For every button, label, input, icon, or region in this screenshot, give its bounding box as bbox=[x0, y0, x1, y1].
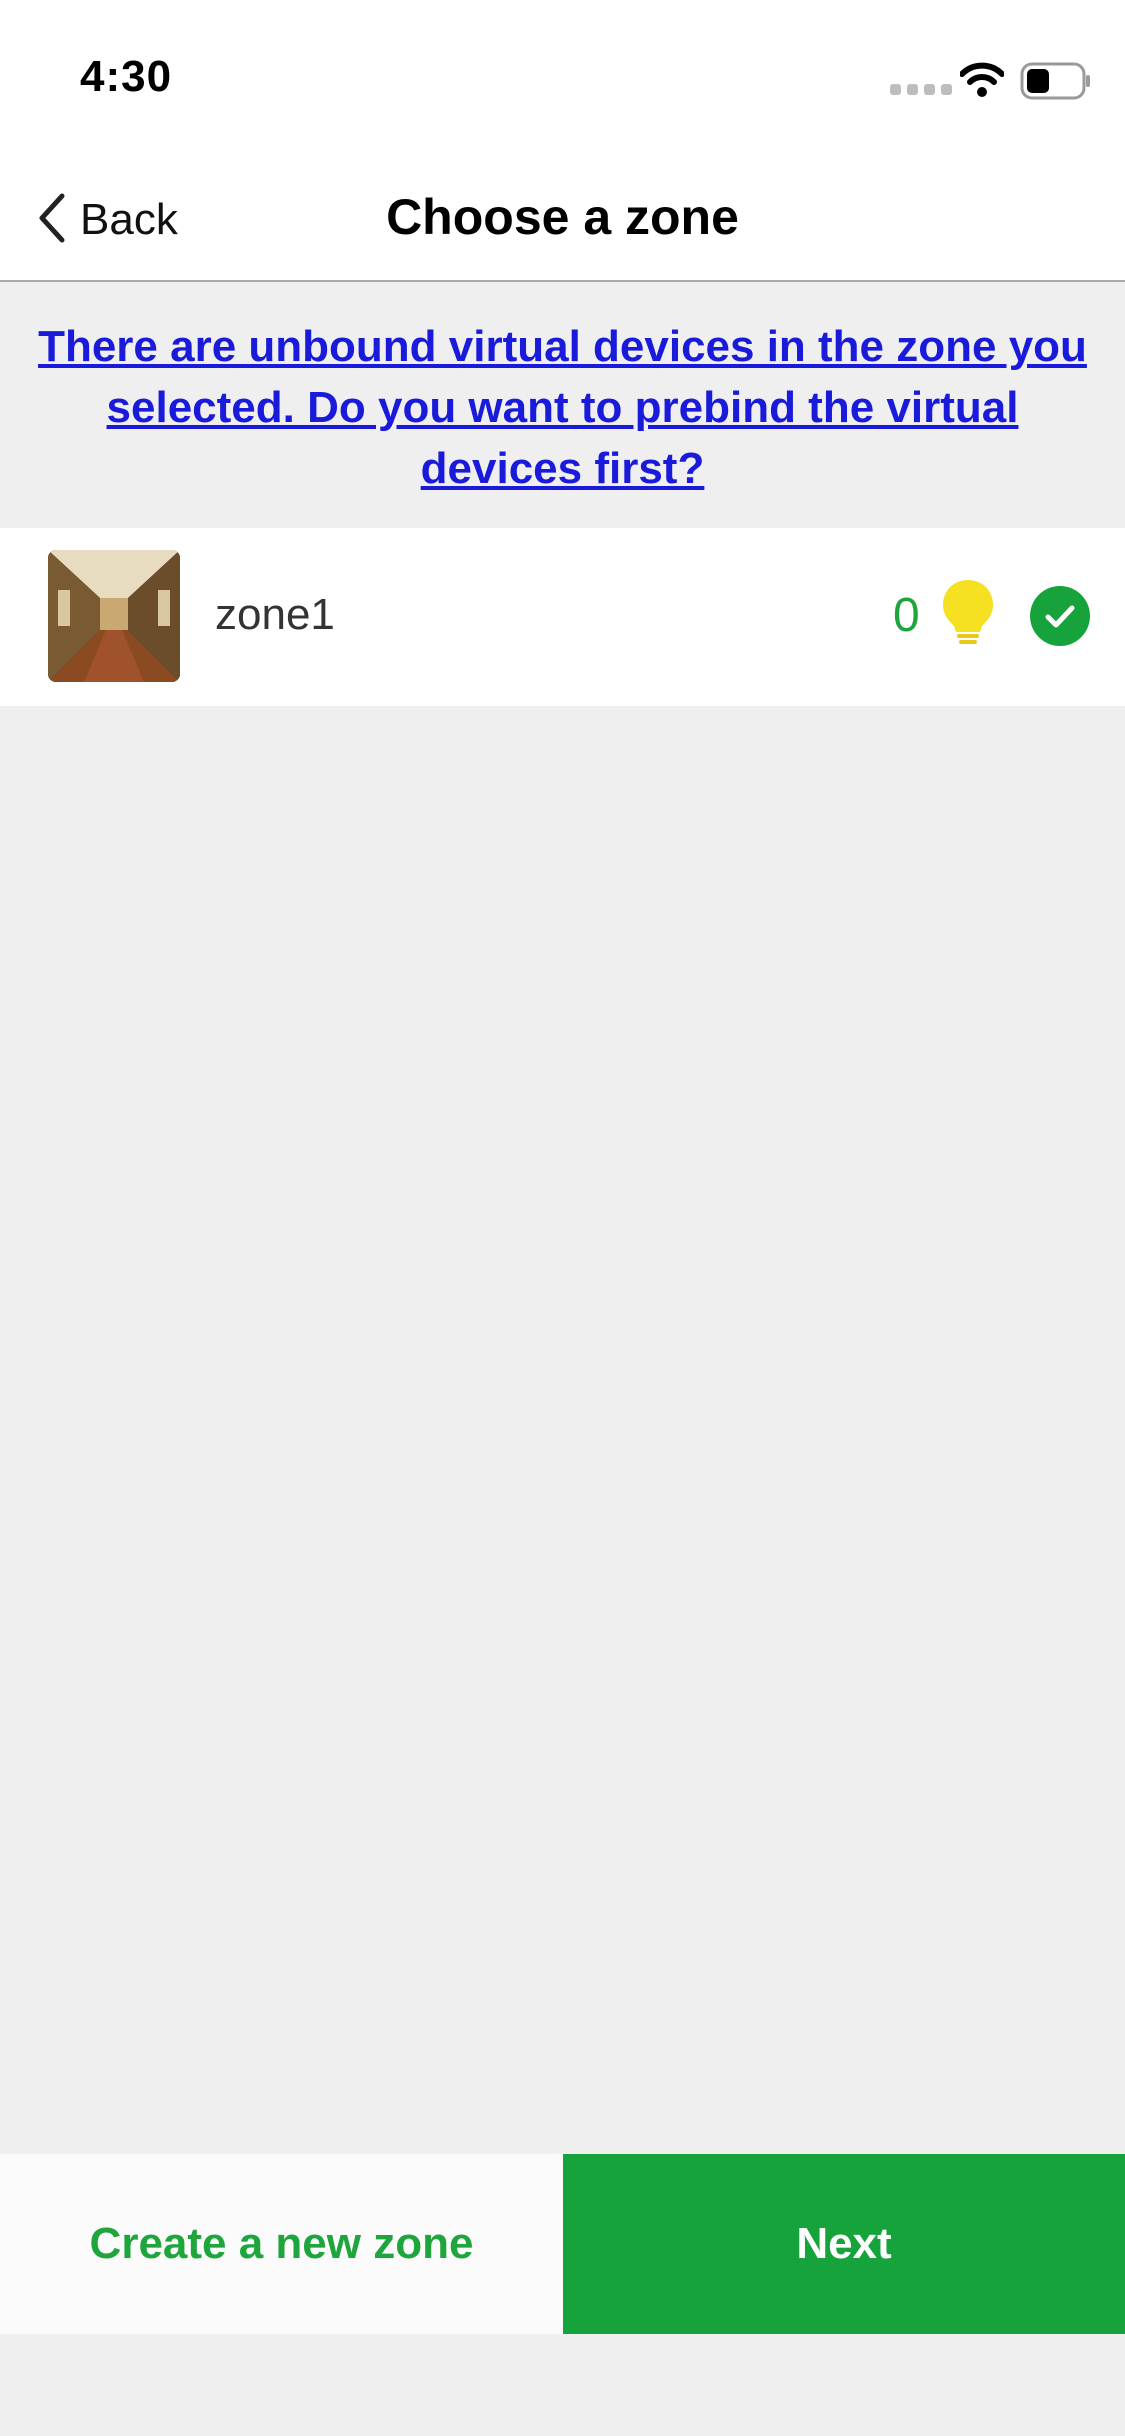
bottom-action-bar: Create a new zone Next bbox=[0, 2154, 1125, 2334]
create-zone-button[interactable]: Create a new zone bbox=[0, 2154, 563, 2334]
wifi-icon bbox=[959, 62, 1005, 103]
battery-icon bbox=[1020, 62, 1092, 105]
prebind-notice-link[interactable]: There are unbound virtual devices in the… bbox=[30, 316, 1095, 499]
status-bar: 4:30 bbox=[0, 0, 1125, 160]
signal-icon bbox=[890, 84, 952, 95]
zone-thumbnail bbox=[48, 550, 180, 682]
zone-name: zone1 bbox=[215, 590, 335, 639]
check-circle-icon bbox=[1030, 586, 1090, 651]
zone-list-item[interactable]: zone1 0 bbox=[0, 528, 1125, 706]
device-count: 0 bbox=[893, 589, 920, 642]
navigation-bar: Back Choose a zone bbox=[0, 160, 1125, 282]
page-title: Choose a zone bbox=[386, 189, 739, 245]
next-button[interactable]: Next bbox=[563, 2154, 1125, 2334]
status-time: 4:30 bbox=[80, 52, 173, 101]
lightbulb-icon bbox=[940, 578, 996, 651]
